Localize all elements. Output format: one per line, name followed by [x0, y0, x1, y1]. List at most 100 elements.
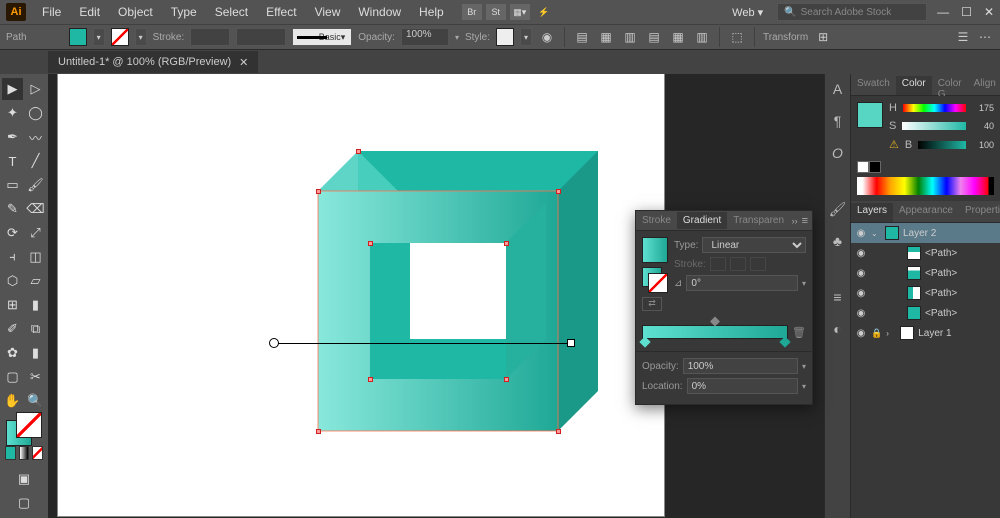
magic-wand-tool[interactable]: ✦: [2, 102, 23, 124]
gradient-type-select[interactable]: Linear: [702, 237, 806, 253]
color-panel-swatch[interactable]: [857, 102, 883, 128]
align-top-icon[interactable]: ▤: [645, 28, 663, 46]
more-icon[interactable]: ⋯: [976, 28, 994, 46]
menu-effect[interactable]: Effect: [258, 1, 304, 23]
stroke-weight-input[interactable]: [190, 28, 230, 46]
transform-panel-icon[interactable]: ◐: [829, 320, 847, 338]
tab-color-guide[interactable]: Color G: [932, 76, 968, 95]
align-left-icon[interactable]: ▤: [573, 28, 591, 46]
menu-type[interactable]: Type: [163, 1, 205, 23]
bri-value[interactable]: 100: [972, 140, 994, 150]
gradient-start-handle[interactable]: [269, 338, 279, 348]
search-stock-input[interactable]: 🔍 Search Adobe Stock: [777, 3, 927, 21]
gradient-stop-2[interactable]: [779, 336, 790, 347]
paragraph-panel-icon[interactable]: ¶: [829, 112, 847, 130]
tab-align[interactable]: Align: [968, 76, 1000, 95]
perspective-tool[interactable]: ▱: [25, 270, 46, 292]
sat-slider[interactable]: [902, 122, 966, 130]
gradient-ramp[interactable]: [642, 325, 788, 339]
color-mode-icon[interactable]: [5, 446, 16, 460]
visibility-icon[interactable]: ◉: [855, 267, 867, 279]
align-center-v-icon[interactable]: ▦: [669, 28, 687, 46]
align2-panel-icon[interactable]: ≡: [829, 288, 847, 306]
gradient-preview-swatch[interactable]: [642, 237, 668, 263]
scale-tool[interactable]: ⤢: [25, 222, 46, 244]
none-mode-icon[interactable]: [32, 446, 43, 460]
tab-stroke[interactable]: Stroke: [636, 212, 677, 229]
menu-object[interactable]: Object: [110, 1, 161, 23]
symbols-panel-icon[interactable]: ♣: [829, 232, 847, 250]
stock-icon[interactable]: St: [486, 4, 506, 20]
panel-expand-icon[interactable]: ››: [792, 216, 798, 226]
layer-name[interactable]: Layer 1: [918, 328, 951, 339]
expand-icon[interactable]: ›: [886, 329, 896, 338]
blend-tool[interactable]: ⧉: [25, 318, 46, 340]
layer-row[interactable]: ◉<Path>: [851, 263, 1000, 283]
width-tool[interactable]: ⫞: [2, 246, 23, 268]
mesh-tool[interactable]: ⊞: [2, 294, 23, 316]
reverse-gradient-icon[interactable]: ⇄: [642, 297, 662, 311]
gradient-stop-1[interactable]: [639, 336, 650, 347]
rectangle-tool[interactable]: ▭: [2, 174, 23, 196]
close-tab-icon[interactable]: ✕: [239, 56, 248, 69]
brush-definition[interactable]: Basic ▾: [292, 28, 352, 46]
opentype-panel-icon[interactable]: O: [829, 144, 847, 162]
tab-properties[interactable]: Properties: [959, 203, 1000, 222]
bri-slider[interactable]: [918, 141, 966, 149]
opacity-input[interactable]: 100%: [401, 28, 449, 46]
layer-row[interactable]: ◉ 🔒 › Layer 1: [851, 323, 1000, 343]
tab-layers[interactable]: Layers: [851, 203, 893, 222]
layer-row[interactable]: ◉<Path>: [851, 243, 1000, 263]
hue-slider[interactable]: [903, 104, 966, 112]
gpu-icon[interactable]: ⚡: [534, 4, 554, 20]
visibility-icon[interactable]: ◉: [855, 227, 867, 239]
sat-value[interactable]: 40: [972, 121, 994, 131]
tab-color[interactable]: Color: [896, 76, 932, 95]
layer-name[interactable]: <Path>: [925, 248, 957, 259]
expand-icon[interactable]: ⌄: [871, 229, 881, 238]
rotate-tool[interactable]: ⟳: [2, 222, 23, 244]
arrange-docs-icon[interactable]: ▦▾: [510, 4, 530, 20]
draw-mode-icon[interactable]: ▣: [13, 468, 35, 490]
workspace-switcher[interactable]: Web ▾: [728, 4, 767, 21]
gradient-panel[interactable]: Stroke Gradient Transparen ›› ≡ ⇄ Type:L…: [635, 210, 813, 405]
layer-row[interactable]: ◉<Path>: [851, 283, 1000, 303]
fill-swatch[interactable]: [69, 28, 87, 46]
gradient-stroke-swatch[interactable]: [648, 273, 668, 293]
artboard-tool[interactable]: ▢: [2, 366, 23, 388]
artwork-shape[interactable]: [278, 151, 598, 471]
essentials-icon[interactable]: ☰: [954, 28, 972, 46]
layer-name[interactable]: Layer 2: [903, 228, 936, 239]
close-button[interactable]: ✕: [984, 5, 994, 19]
symbol-sprayer-tool[interactable]: ✿: [2, 342, 23, 364]
lasso-tool[interactable]: ◯: [25, 102, 46, 124]
column-graph-tool[interactable]: ▮: [25, 342, 46, 364]
align-bottom-icon[interactable]: ▥: [693, 28, 711, 46]
menu-help[interactable]: Help: [411, 1, 452, 23]
menu-view[interactable]: View: [307, 1, 349, 23]
layer-name[interactable]: <Path>: [925, 308, 957, 319]
layer-name[interactable]: <Path>: [925, 288, 957, 299]
document-tab[interactable]: Untitled-1* @ 100% (RGB/Preview) ✕: [48, 51, 258, 73]
char-panel-icon[interactable]: A: [829, 80, 847, 98]
curvature-tool[interactable]: 〰: [25, 126, 46, 148]
paintbrush-tool[interactable]: 🖌: [25, 174, 46, 196]
panel-menu-icon[interactable]: ≡: [802, 215, 808, 227]
tab-transparency[interactable]: Transparen: [727, 212, 790, 229]
bridge-icon[interactable]: Br: [462, 4, 482, 20]
stop-location-input[interactable]: [687, 378, 798, 394]
stroke-dropdown[interactable]: ▾: [135, 28, 147, 46]
tab-gradient[interactable]: Gradient: [677, 212, 727, 229]
selection-tool[interactable]: ▶: [2, 78, 23, 100]
hue-value[interactable]: 175: [972, 103, 994, 113]
minimize-button[interactable]: —: [937, 5, 949, 19]
transform-panel-icon[interactable]: ⊞: [814, 28, 832, 46]
line-tool[interactable]: ╱: [25, 150, 46, 172]
var-width-profile[interactable]: [236, 28, 286, 46]
gradient-tool[interactable]: ▮: [25, 294, 46, 316]
screen-mode-icon[interactable]: ▢: [13, 492, 35, 514]
black-swatch[interactable]: [869, 161, 881, 173]
gradient-angle-input[interactable]: [686, 275, 798, 291]
brushes-panel-icon[interactable]: 🖌: [829, 200, 847, 218]
menu-select[interactable]: Select: [207, 1, 256, 23]
